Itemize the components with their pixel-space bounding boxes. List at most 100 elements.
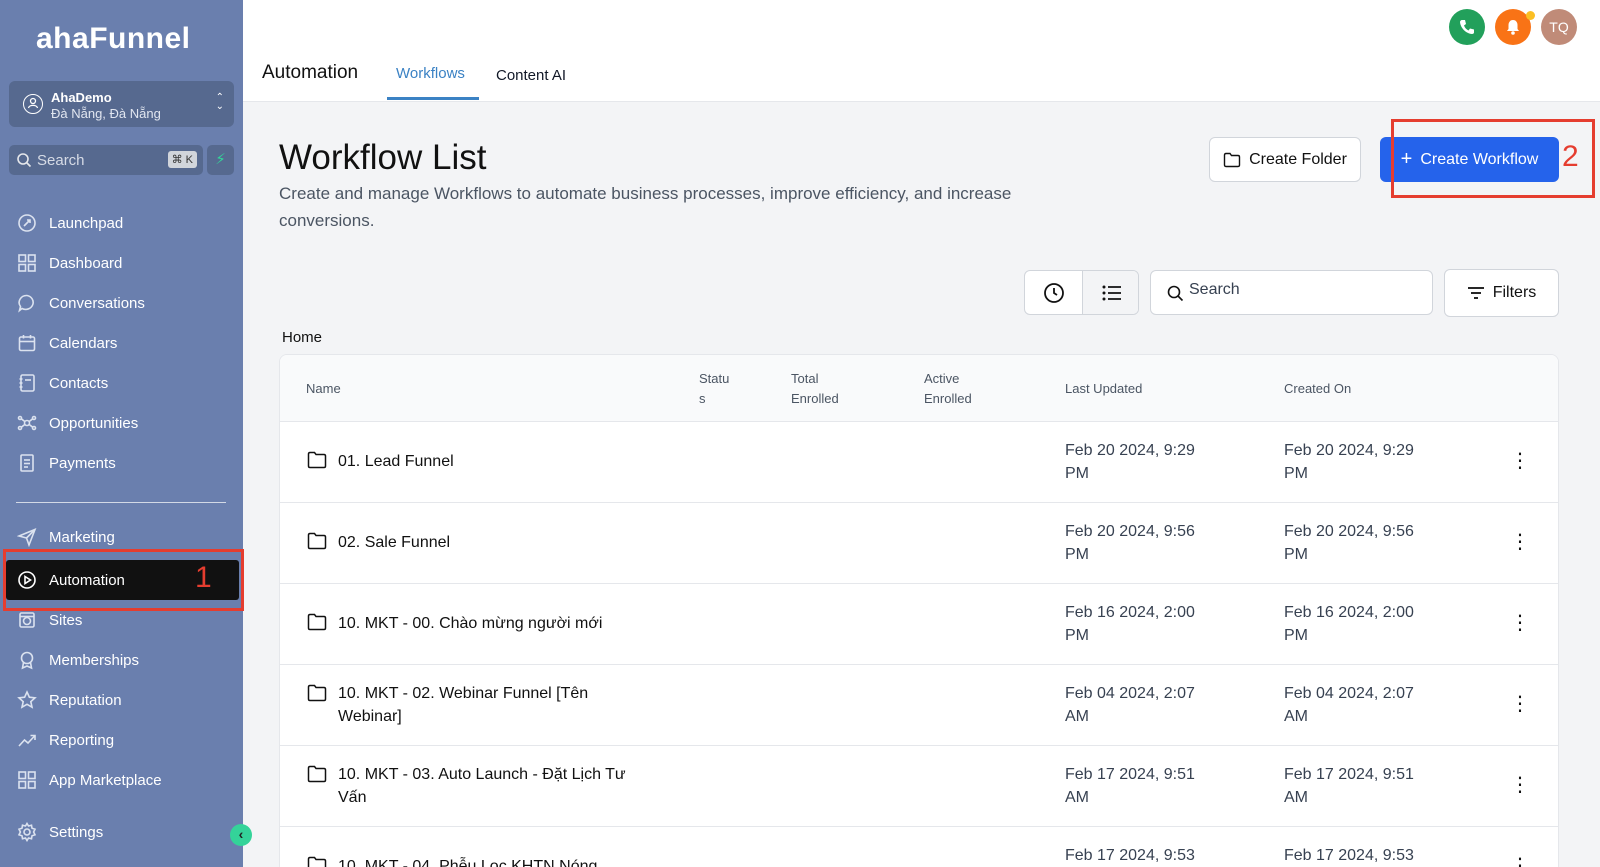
shortcut-badge: ⌘ K [167, 151, 197, 168]
sidebar-divider [16, 502, 226, 503]
row-menu-icon[interactable]: ⋮ [1510, 772, 1530, 797]
top-bar: Automation Workflows Content AI [243, 0, 1600, 102]
account-name: AhaDemo [51, 90, 112, 105]
last-updated-cell: Feb 17 2024, 9:51 AM [1065, 763, 1225, 809]
workflow-name[interactable]: 10. MKT - 02. Webinar Funnel [Tên Webina… [338, 682, 628, 728]
star-icon [16, 689, 38, 711]
date-line: Feb 17 2024, 9:51 [1065, 766, 1195, 783]
workflow-name[interactable]: 10. MKT - 04. Phễu Lọc KHTN Nóng [338, 855, 658, 867]
sidebar-item-label: Contacts [49, 374, 109, 392]
sidebar-collapse-button[interactable]: ‹ [230, 824, 252, 846]
header-line: Statu [699, 371, 730, 386]
active-tab-underline [387, 97, 479, 100]
date-line: AM [1065, 789, 1089, 806]
contact-book-icon [16, 372, 38, 394]
row-menu-icon[interactable]: ⋮ [1510, 610, 1530, 635]
date-line: Feb 20 2024, 9:29 [1065, 442, 1195, 459]
calendar-icon [16, 332, 38, 354]
grid-icon [16, 252, 38, 274]
sidebar-item-label: Reputation [49, 691, 122, 709]
created-on-cell: Feb 17 2024, 9:51 AM [1284, 763, 1444, 809]
row-menu-icon[interactable]: ⋮ [1510, 691, 1530, 716]
create-folder-label: Create Folder [1249, 150, 1347, 168]
column-header-status[interactable]: Statu s [699, 369, 729, 409]
column-header-active-enrolled[interactable]: Active Enrolled [924, 369, 972, 409]
network-icon [16, 412, 38, 434]
sidebar: ahaFunnel AhaDemo Đà Nẵng, Đà Nẵng ⌃ ⌄ Se… [0, 0, 244, 867]
trend-icon [16, 729, 38, 751]
account-switcher[interactable]: AhaDemo Đà Nẵng, Đà Nẵng ⌃ ⌄ [9, 81, 234, 127]
sidebar-item-contacts[interactable]: Contacts [16, 366, 236, 400]
breadcrumb[interactable]: Home [282, 329, 322, 346]
folder-icon [1223, 152, 1241, 167]
column-header-name[interactable]: Name [306, 379, 341, 399]
tab-workflows[interactable]: Workflows [396, 65, 465, 82]
sidebar-search[interactable]: Search ⌘ K [9, 145, 203, 175]
date-line: Feb 20 2024, 9:56 [1284, 523, 1414, 540]
created-on-cell: Feb 17 2024, 9:53 [1284, 847, 1414, 864]
sidebar-item-calendars[interactable]: Calendars [16, 326, 236, 360]
sidebar-item-payments[interactable]: Payments [16, 446, 236, 480]
workflow-name[interactable]: 02. Sale Funnel [338, 531, 658, 554]
table-row[interactable]: 10. MKT - 00. Chào mừng người mới Feb 16… [280, 584, 1558, 665]
filters-label: Filters [1492, 284, 1537, 301]
chevron-updown-icon: ⌃ ⌄ [215, 92, 224, 112]
sidebar-item-label: Reporting [49, 731, 115, 749]
row-menu-icon[interactable]: ⋮ [1510, 853, 1530, 867]
date-line: Feb 20 2024, 9:56 [1065, 523, 1195, 540]
phone-button[interactable] [1449, 9, 1485, 45]
sidebar-item-reputation[interactable]: Reputation [16, 683, 236, 717]
table-row[interactable]: 02. Sale Funnel Feb 20 2024, 9:56 PM Feb … [280, 503, 1558, 584]
clock-icon [1043, 282, 1064, 303]
sidebar-item-reporting[interactable]: Reporting [16, 723, 236, 757]
column-header-created-on[interactable]: Created On [1284, 379, 1351, 399]
date-line: AM [1284, 708, 1308, 725]
created-on-cell: Feb 20 2024, 9:29 PM [1284, 439, 1444, 485]
workflow-name[interactable]: 10. MKT - 00. Chào mừng người mới [338, 612, 658, 635]
last-updated-cell: Feb 16 2024, 2:00 PM [1065, 601, 1225, 647]
column-header-last-updated[interactable]: Last Updated [1065, 379, 1142, 399]
sidebar-item-dashboard[interactable]: Dashboard [16, 246, 236, 280]
user-avatar[interactable]: TQ [1541, 9, 1577, 45]
header-line: s [699, 391, 706, 406]
workflow-name[interactable]: 01. Lead Funnel [338, 450, 658, 473]
search-icon [17, 153, 32, 168]
column-header-total-enrolled[interactable]: Total Enrolled [791, 369, 839, 409]
date-line: PM [1065, 465, 1089, 482]
sidebar-item-label: Memberships [49, 651, 140, 669]
date-line: PM [1284, 546, 1308, 563]
list-view-button[interactable] [1082, 271, 1138, 314]
sidebar-item-memberships[interactable]: Memberships [16, 643, 236, 677]
filters-button[interactable]: Filters [1444, 269, 1559, 317]
quick-action-button[interactable]: ⚡ [207, 145, 234, 175]
table-row[interactable]: 01. Lead Funnel Feb 20 2024, 9:29 PM Feb … [280, 422, 1558, 503]
sidebar-item-launchpad[interactable]: Launchpad [16, 206, 236, 240]
recent-view-button[interactable] [1025, 271, 1082, 314]
folder-icon [307, 765, 327, 783]
section-title: Automation [262, 62, 359, 83]
header-line: Enrolled [791, 391, 839, 406]
create-folder-button[interactable]: Create Folder [1209, 137, 1361, 182]
folder-icon [307, 856, 327, 867]
row-menu-icon[interactable]: ⋮ [1510, 529, 1530, 554]
sidebar-item-conversations[interactable]: Conversations [16, 286, 236, 320]
date-line: Feb 16 2024, 2:00 [1284, 604, 1414, 621]
page-description: Create and manage Workflows to automate … [279, 184, 1012, 230]
table-row[interactable]: 10. MKT - 04. Phễu Lọc KHTN Nóng Feb 17 … [280, 827, 1558, 867]
header-line: Total [791, 371, 819, 386]
table-row[interactable]: 10. MKT - 02. Webinar Funnel [Tên Webina… [280, 665, 1558, 746]
table-row[interactable]: 10. MKT - 03. Auto Launch - Đặt Lịch Tư … [280, 746, 1558, 827]
workflow-name[interactable]: 10. MKT - 03. Auto Launch - Đặt Lịch Tư … [338, 763, 648, 809]
sidebar-item-label: Conversations [49, 294, 145, 312]
sidebar-item-opportunities[interactable]: Opportunities [16, 406, 236, 440]
table-header: Name Statu s Total Enrolled Active Enrolled… [280, 355, 1558, 422]
sidebar-item-app-marketplace[interactable]: App Marketplace [16, 763, 236, 797]
sidebar-item-sites[interactable]: Sites [16, 603, 236, 637]
search-input[interactable] [1189, 281, 1419, 299]
last-updated-cell: Feb 20 2024, 9:29 PM [1065, 439, 1225, 485]
tab-content-ai[interactable]: Content AI [496, 67, 566, 84]
sidebar-item-settings[interactable]: Settings [16, 815, 236, 849]
page-title: Workflow List [279, 138, 487, 177]
workflow-table: Name Statu s Total Enrolled Active Enrolled… [279, 354, 1559, 867]
row-menu-icon[interactable]: ⋮ [1510, 448, 1530, 473]
